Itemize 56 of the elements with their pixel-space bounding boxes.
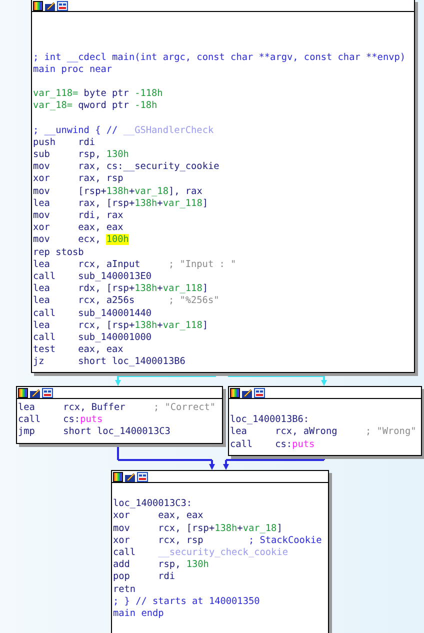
code-line: ; int __cdecl main(int argc, const char **argv, const char **envp) <box>33 52 407 64</box>
code-line: jz short loc_1400013B6 <box>33 356 186 368</box>
code-block[interactable]: loc_1400013B6: lea rcx, aWrong ; "Wrong" call cs:puts <box>228 386 422 456</box>
code-line: call sub_140001440 <box>33 308 153 320</box>
palette-icon[interactable] <box>113 472 123 482</box>
code-line: xor eax, eax <box>113 510 204 523</box>
code-line: xor eax, eax <box>33 222 124 234</box>
code-line: add rsp, 130h <box>113 559 210 572</box>
code-line: main proc near <box>33 64 114 76</box>
code-line: call sub_140001000 <box>33 332 153 344</box>
code-line: push rdi <box>33 136 96 150</box>
code-line: lea rcx, Buffer ; "Correct" <box>18 402 217 414</box>
code-line: mov rax, cs:__security_cookie <box>33 161 220 174</box>
code-line: lea rcx, [rsp+138h+var_118] <box>33 320 209 332</box>
code-line: var_118= byte ptr -118h <box>33 88 164 100</box>
code-line: ; __unwind { // __GSHandlerCheck <box>33 124 215 137</box>
palette-icon[interactable] <box>18 388 28 398</box>
code-line: var_18= qword ptr -18h <box>33 100 158 112</box>
code-line: mov ecx, 100h <box>33 234 130 247</box>
code-block[interactable]: loc_1400013C3: xor eax, eax mov rcx, [rsp+138h+var_18] xor rcx, rsp ; StackCookie call __security_check_cookie add rsp, 130h pop rdi retn ; } // starts at 140001350 main endp <box>111 470 329 633</box>
graph-icon[interactable] <box>137 472 148 482</box>
code-line: call cs:puts <box>230 438 316 451</box>
pencil-icon[interactable] <box>125 472 135 482</box>
code-line: call cs:puts <box>18 414 104 426</box>
code-block[interactable] <box>31 0 415 374</box>
code-line: sub rsp, 130h <box>33 149 130 162</box>
code-line: mov [rsp+138h+var_18], rax <box>33 186 204 198</box>
code-line: call sub_1400013E0 <box>33 270 153 284</box>
graph-icon[interactable] <box>254 388 265 398</box>
code-line: mov rdi, rax <box>33 210 124 222</box>
graph-icon[interactable] <box>57 0 68 10</box>
code-line: pop rdi <box>113 571 176 584</box>
graph-icon[interactable] <box>42 388 53 398</box>
code-line: lea rcx, aInput ; "Input : " <box>33 258 238 271</box>
code-line: rep stosb <box>33 246 85 259</box>
code-line: loc_1400013C3: <box>113 498 194 510</box>
code-line: mov rcx, [rsp+138h+var_18] <box>113 522 284 535</box>
code-line: call __security_check_cookie <box>113 546 289 560</box>
pencil-icon[interactable] <box>45 0 55 10</box>
code-line: test eax, eax <box>33 344 124 356</box>
palette-icon[interactable] <box>230 388 240 398</box>
code-line: ; } // starts at 140001350 <box>113 596 261 608</box>
code-line: retn <box>113 584 137 596</box>
palette-icon[interactable] <box>33 0 43 10</box>
code-block[interactable]: lea rcx, Buffer ; "Correct" call cs:puts jmp short loc_1400013C3 <box>16 386 223 444</box>
pencil-icon[interactable] <box>30 388 40 398</box>
code-line: xor rcx, rsp ; StackCookie <box>113 534 323 547</box>
code-line: lea rax, [rsp+138h+var_118] <box>33 198 209 210</box>
code-line: main endp <box>113 608 165 620</box>
code-line: lea rcx, a256s ; "%256s" <box>33 295 220 308</box>
code-line: jmp short loc_1400013C3 <box>18 426 172 439</box>
code-line: lea rcx, aWrong ; "Wrong" <box>230 426 418 439</box>
pencil-icon[interactable] <box>242 388 252 398</box>
code-line: lea rdx, [rsp+138h+var_118] <box>33 283 209 296</box>
code-line: xor rax, rsp <box>33 173 124 186</box>
code-line: loc_1400013B6: <box>230 414 310 426</box>
